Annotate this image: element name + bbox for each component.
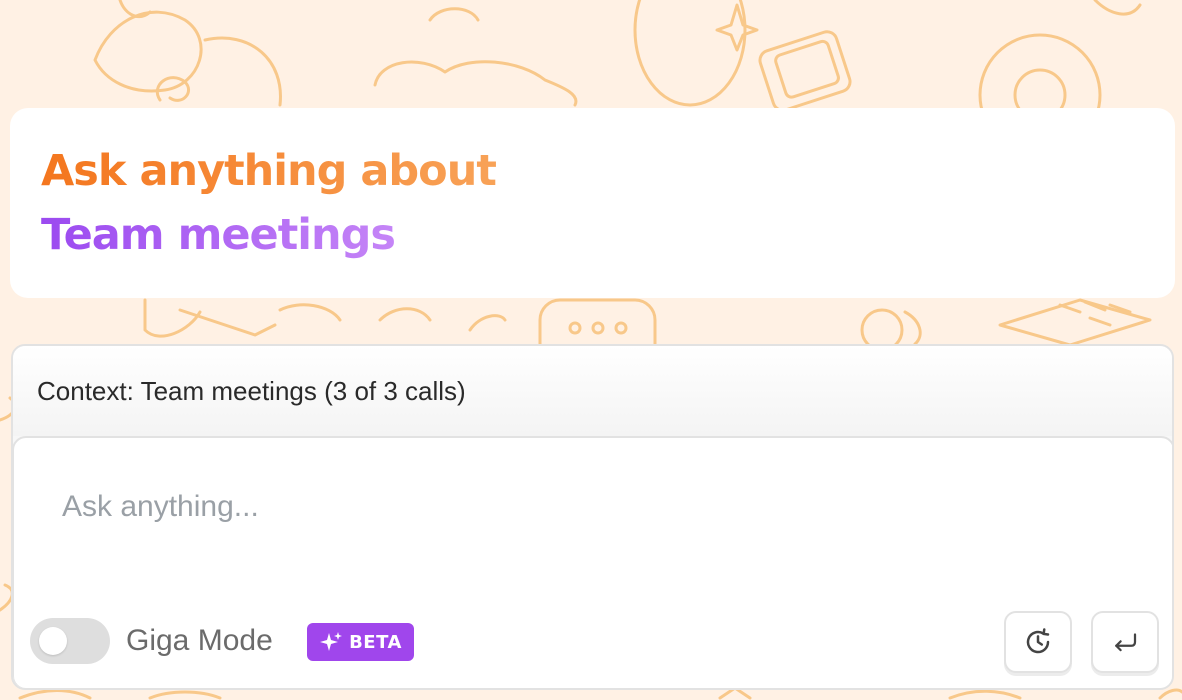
sparkles-icon [320,632,343,651]
beta-label: BETA [349,631,402,653]
history-button[interactable] [1004,611,1072,673]
hero-title: Ask anything about [41,146,497,196]
context-bar: Context: Team meetings (3 of 3 calls) [13,346,1172,436]
giga-mode-label: Giga Mode [126,624,273,657]
toggle-knob [39,627,67,655]
chat-composer: Context: Team meetings (3 of 3 calls) Gi… [11,344,1174,690]
input-area: Giga Mode BETA [13,436,1172,688]
beta-badge: BETA [307,623,414,661]
context-label: Context: Team meetings (3 of 3 calls) [37,376,466,406]
history-icon [1026,628,1050,654]
hero-subject: Team meetings [41,210,396,260]
giga-mode-toggle[interactable] [30,618,110,664]
send-button[interactable] [1091,611,1159,673]
hero-card: Ask anything about Team meetings [10,108,1175,298]
enter-icon [1115,633,1137,652]
ask-input[interactable] [62,490,962,524]
